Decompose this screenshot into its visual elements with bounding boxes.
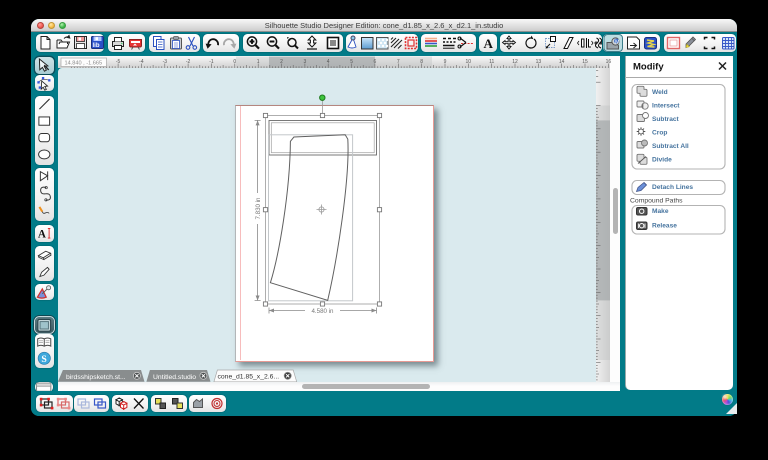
svg-text:Release: Release (652, 223, 677, 230)
svg-text:4.580 in: 4.580 in (311, 308, 334, 315)
svg-text:Subtract: Subtract (652, 116, 680, 123)
svg-text:13: 13 (536, 59, 542, 65)
svg-text:0: 0 (233, 59, 236, 65)
svg-text:Detach Lines: Detach Lines (652, 184, 693, 191)
svg-text:1: 1 (257, 59, 260, 65)
svg-text:-3: -3 (163, 59, 168, 65)
svg-text:7: 7 (397, 59, 400, 65)
svg-text:7.830 in: 7.830 in (255, 197, 262, 220)
svg-text:11: 11 (489, 59, 494, 65)
svg-text:10: 10 (466, 59, 472, 65)
svg-text:Divide: Divide (652, 157, 672, 164)
svg-text:-1: -1 (209, 59, 214, 65)
svg-text:Crop: Crop (652, 130, 667, 137)
svg-text:6: 6 (374, 59, 377, 65)
svg-text:Intersect: Intersect (652, 103, 680, 110)
svg-text:lib: lib (93, 43, 100, 49)
svg-text:cone_d1.85_x_2.6...: cone_d1.85_x_2.6... (218, 374, 280, 381)
svg-text:-5: -5 (116, 59, 121, 65)
svg-text:14: 14 (559, 59, 565, 65)
svg-text:3: 3 (304, 59, 307, 65)
svg-text:14.840 , -1.665: 14.840 , -1.665 (65, 61, 103, 67)
svg-text:4: 4 (327, 59, 330, 65)
svg-text:Compound Paths: Compound Paths (630, 198, 683, 205)
svg-text:Subtract All: Subtract All (652, 143, 689, 150)
svg-text:A: A (484, 36, 494, 51)
svg-text:2: 2 (280, 59, 283, 65)
svg-text:S: S (42, 354, 47, 365)
svg-text:Weld: Weld (652, 89, 668, 96)
svg-text:5: 5 (350, 59, 353, 65)
svg-text:9: 9 (444, 59, 447, 65)
svg-text:-2: -2 (186, 59, 191, 65)
svg-text:16: 16 (606, 59, 612, 65)
svg-text:8: 8 (420, 59, 423, 65)
svg-text:birdsshipsketch.st...: birdsshipsketch.st... (66, 374, 126, 381)
svg-text:Modify: Modify (633, 62, 664, 73)
svg-text:15: 15 (582, 59, 588, 65)
svg-text:-4: -4 (139, 59, 144, 65)
svg-text:Untitled.studio: Untitled.studio (153, 374, 196, 381)
svg-text:A: A (38, 229, 46, 241)
svg-text:M: M (615, 40, 620, 46)
svg-text:Make: Make (652, 208, 669, 215)
svg-text:12: 12 (512, 59, 518, 65)
